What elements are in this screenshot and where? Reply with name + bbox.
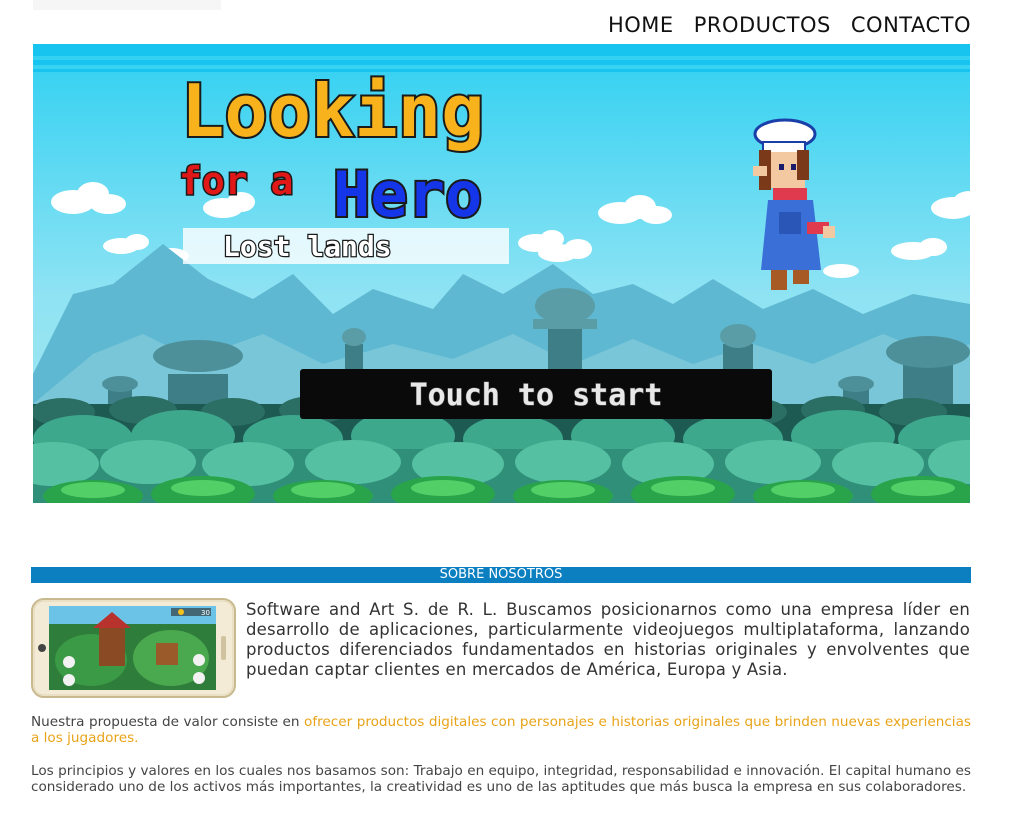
touch-to-start-label: Touch to start <box>410 378 663 413</box>
about-intro-paragraph: Software and Art S. de R. L. Buscamos po… <box>246 600 970 679</box>
banner-title-hero: Hero <box>333 158 482 231</box>
value-proposition-paragraph: Nuestra propuesta de valor consiste en o… <box>31 714 971 746</box>
principles-paragraph: Los principios y valores en los cuales n… <box>31 763 971 795</box>
banner-title-for-a: for a <box>179 159 293 203</box>
game-banner[interactable]: Looking for a Hero Lost lands Touch to s… <box>33 44 970 503</box>
logo-strip <box>33 0 221 10</box>
value-proposition-prefix: Nuestra propuesta de valor consiste en <box>31 714 305 730</box>
main-nav: HOME PRODUCTOS CONTACTO <box>608 10 971 40</box>
nav-productos-link[interactable]: PRODUCTOS <box>694 10 831 40</box>
section-title-sobre-nosotros: SOBRE NOSOTROS <box>31 567 971 583</box>
game-banner-art: Looking for a Hero Lost lands Touch to s… <box>33 44 970 503</box>
touch-to-start-button[interactable]: Touch to start <box>300 369 772 419</box>
nav-home-link[interactable]: HOME <box>608 10 674 40</box>
phone-screenshot-image: 30 <box>31 598 236 698</box>
banner-title-looking: Looking <box>181 69 484 153</box>
nav-contacto-link[interactable]: CONTACTO <box>851 10 971 40</box>
phone-hud-score: 30 <box>201 609 210 617</box>
banner-subtitle: Lost lands <box>223 230 392 263</box>
